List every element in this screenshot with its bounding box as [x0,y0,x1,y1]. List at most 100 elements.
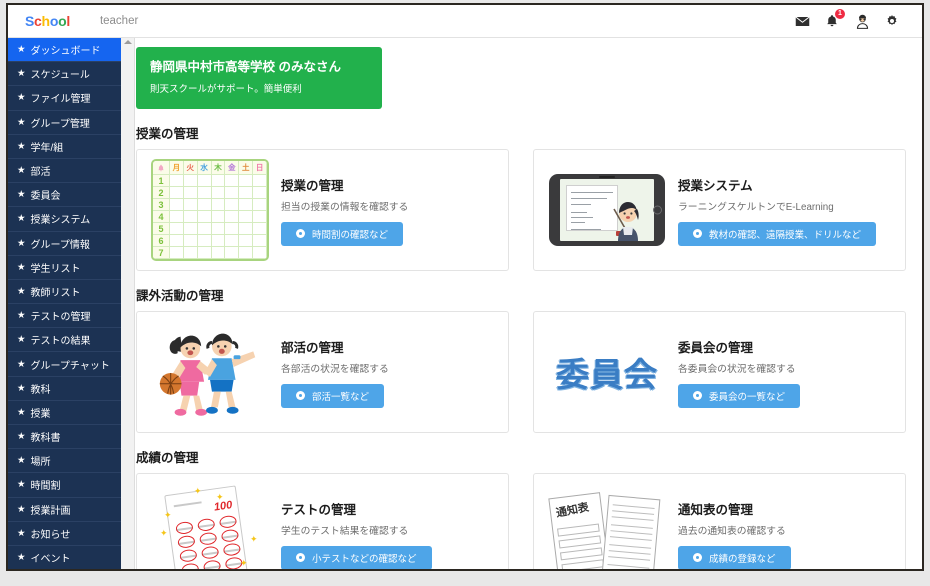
sidebar-item-3[interactable]: ★ グループ管理 [8,111,121,135]
timetable-cell [253,175,267,187]
star-icon: ★ [17,213,26,225]
star-icon: ★ [17,310,26,322]
card-illustration: 100 ✦ ✦ ✦ ✦ ✦ ✦ [147,482,273,569]
logo-letter: c [34,13,42,29]
sidebar-item-19[interactable]: ★ 授業計画 [8,498,121,522]
sidebar-item-5[interactable]: ★ 部活 [8,159,121,184]
star-icon: ★ [17,479,26,491]
card-title: 通知表の管理 [678,502,754,517]
teacher-figure [613,202,639,241]
timetable-day-header: 火 [183,161,198,175]
star-icon: ★ [17,237,26,249]
sidebar-item-17[interactable]: ★ 場所 [8,449,121,474]
sidebar-item-2[interactable]: ★ ファイル管理 [8,86,121,111]
sidebar-item-label: スケジュール [30,70,90,82]
card-description: 各部活の状況を確認する [281,363,389,375]
timetable-cell [170,187,184,199]
sidebar-item-14[interactable]: ★ 教科 [8,377,121,401]
timetable-cell [183,235,198,247]
arrow-circle-icon [296,553,305,562]
card-action-label: 時間割の確認など [312,229,389,241]
timetable-cell [225,223,240,235]
sidebar-item-7[interactable]: ★ 授業システム [8,207,121,232]
sparkle-icon: ✦ [250,534,258,544]
sidebar-item-label: ダッシュボード [30,46,101,58]
card-body: 部活の管理各部活の状況を確認する部活一覧など [273,337,498,408]
timetable-period-number: 2 [153,187,170,199]
timetable-cell [183,187,198,199]
timetable-period-number: 7 [153,247,170,259]
avatar-icon[interactable] [854,13,870,29]
timetable-cell [183,175,198,187]
card-title: 部活の管理 [281,340,344,355]
timetable-cell [239,211,254,223]
timetable-cell [239,187,254,199]
sections-container: 授業の管理月火水木金土日 1 2 3 4 5 6 7 授業の管理 担当の授業の情報を確認する 時間割… [136,123,906,569]
sidebar-item-20[interactable]: ★ お知らせ [8,522,121,546]
card-action-button[interactable]: 部活一覧など [281,383,385,408]
role-label: teacher [99,15,139,27]
mail-icon[interactable] [794,13,810,29]
timetable-cell [239,247,254,259]
app-logo[interactable]: School [25,13,70,29]
sidebar-item-10[interactable]: ★ 教師リスト [8,280,121,305]
timetable-cell [239,175,254,187]
sidebar-nav[interactable]: ★ ダッシュボード ★ スケジュール ★ ファイル管理 ★ グループ管理 ★ 学年/組 ★ 部活 ★ 委員… [8,38,121,569]
timetable-cell [183,247,198,259]
card-description: 学生のテスト結果を確認する [281,525,409,537]
sidebar-item-15[interactable]: ★ 授業 [8,401,121,425]
gear-icon[interactable] [884,13,900,29]
scroll-up-arrow-icon[interactable] [123,40,132,44]
timetable-period-number: 4 [153,211,170,223]
sparkle-icon: ✦ [216,492,224,502]
timetable-corner-bell-icon [153,161,170,175]
sidebar-item-6[interactable]: ★ 委員会 [8,183,121,208]
card-action-button[interactable]: 委員会の一覧など [678,383,801,408]
card-action-button[interactable]: 教材の確認、遠隔授業、ドリルなど [678,221,877,246]
timetable-cell [183,199,198,211]
timetable-cell [253,199,267,211]
card-action-button[interactable]: 成績の登録など [678,545,791,569]
feature-card[interactable]: 委員会 委員会の管理 各委員会の状況を確認する 委員会の一覧など [533,311,906,433]
feature-card[interactable]: 部活の管理各部活の状況を確認する部活一覧など [136,311,509,433]
timetable-day-header: 水 [197,161,212,175]
sidebar-item-1[interactable]: ★ スケジュール [8,62,121,87]
feature-card[interactable]: 通知表 通知表の管理 過去の通知表の確認する 成績の登録など [533,473,906,569]
sidebar-item-21[interactable]: ★ イベント [8,546,121,569]
sidebar-item-12[interactable]: ★ テストの結果 [8,328,121,353]
star-icon: ★ [17,527,26,539]
star-icon: ★ [17,68,26,80]
logo-letter: o [49,13,59,29]
star-icon: ★ [17,503,26,515]
sidebar-item-13[interactable]: ★ グループチャット [8,352,121,377]
sidebar-item-9[interactable]: ★ 学生リスト [8,256,121,280]
section-2: 成績の管理 100 ✦ ✦ ✦ ✦ ✦ ✦ テストの管理 学生のテスト結果を確認する 小テストなどの… [136,447,906,569]
sidebar-item-16[interactable]: ★ 教科書 [8,425,121,450]
star-icon: ★ [17,382,26,394]
card-action-button[interactable]: 時間割の確認など [281,221,404,246]
sidebar-item-0[interactable]: ★ ダッシュボード [8,38,121,63]
sidebar-item-label: テストの結果 [30,336,91,348]
sidebar-item-4[interactable]: ★ 学年/組 [8,135,121,159]
star-icon: ★ [17,44,26,56]
feature-card[interactable]: 100 ✦ ✦ ✦ ✦ ✦ ✦ テストの管理 学生のテスト結果を確認する 小テストなどの確認など [136,473,509,569]
timetable-cell [211,211,226,223]
bell-icon[interactable]: 1 [824,9,845,29]
page-scrollbar[interactable] [121,38,135,569]
timetable-cell [170,211,184,223]
timetable-cell [211,199,226,211]
feature-card[interactable]: 月火水木金土日 1 2 3 4 5 6 7 授業の管理 担当の授業の情報を確認する 時間割の確認など [136,149,509,271]
sidebar-item-18[interactable]: ★ 時間割 [8,473,121,498]
sidebar-item-11[interactable]: ★ テストの管理 [8,304,121,329]
sidebar-item-label: 授業計画 [30,505,71,517]
section-title: 課外活動の管理 [136,289,224,303]
welcome-banner: 静岡県中村市高等学校 のみなさん 則天スクールがサポート。簡単便利 [136,47,382,109]
card-action-button[interactable]: 小テストなどの確認など [281,545,432,569]
sidebar-item-8[interactable]: ★ グループ情報 [8,232,121,256]
feature-card[interactable]: 授業システム ラーニングスケルトンでE-Learning 教材の確認、遠隔授業、ドリ… [533,149,906,271]
header-icon-group: 1 [794,9,900,29]
card-illustration [147,320,273,424]
timetable-illustration: 月火水木金土日 1234567 [151,159,269,261]
sidebar-item-label: 学生リスト [30,263,81,275]
timetable-cell [239,235,254,247]
